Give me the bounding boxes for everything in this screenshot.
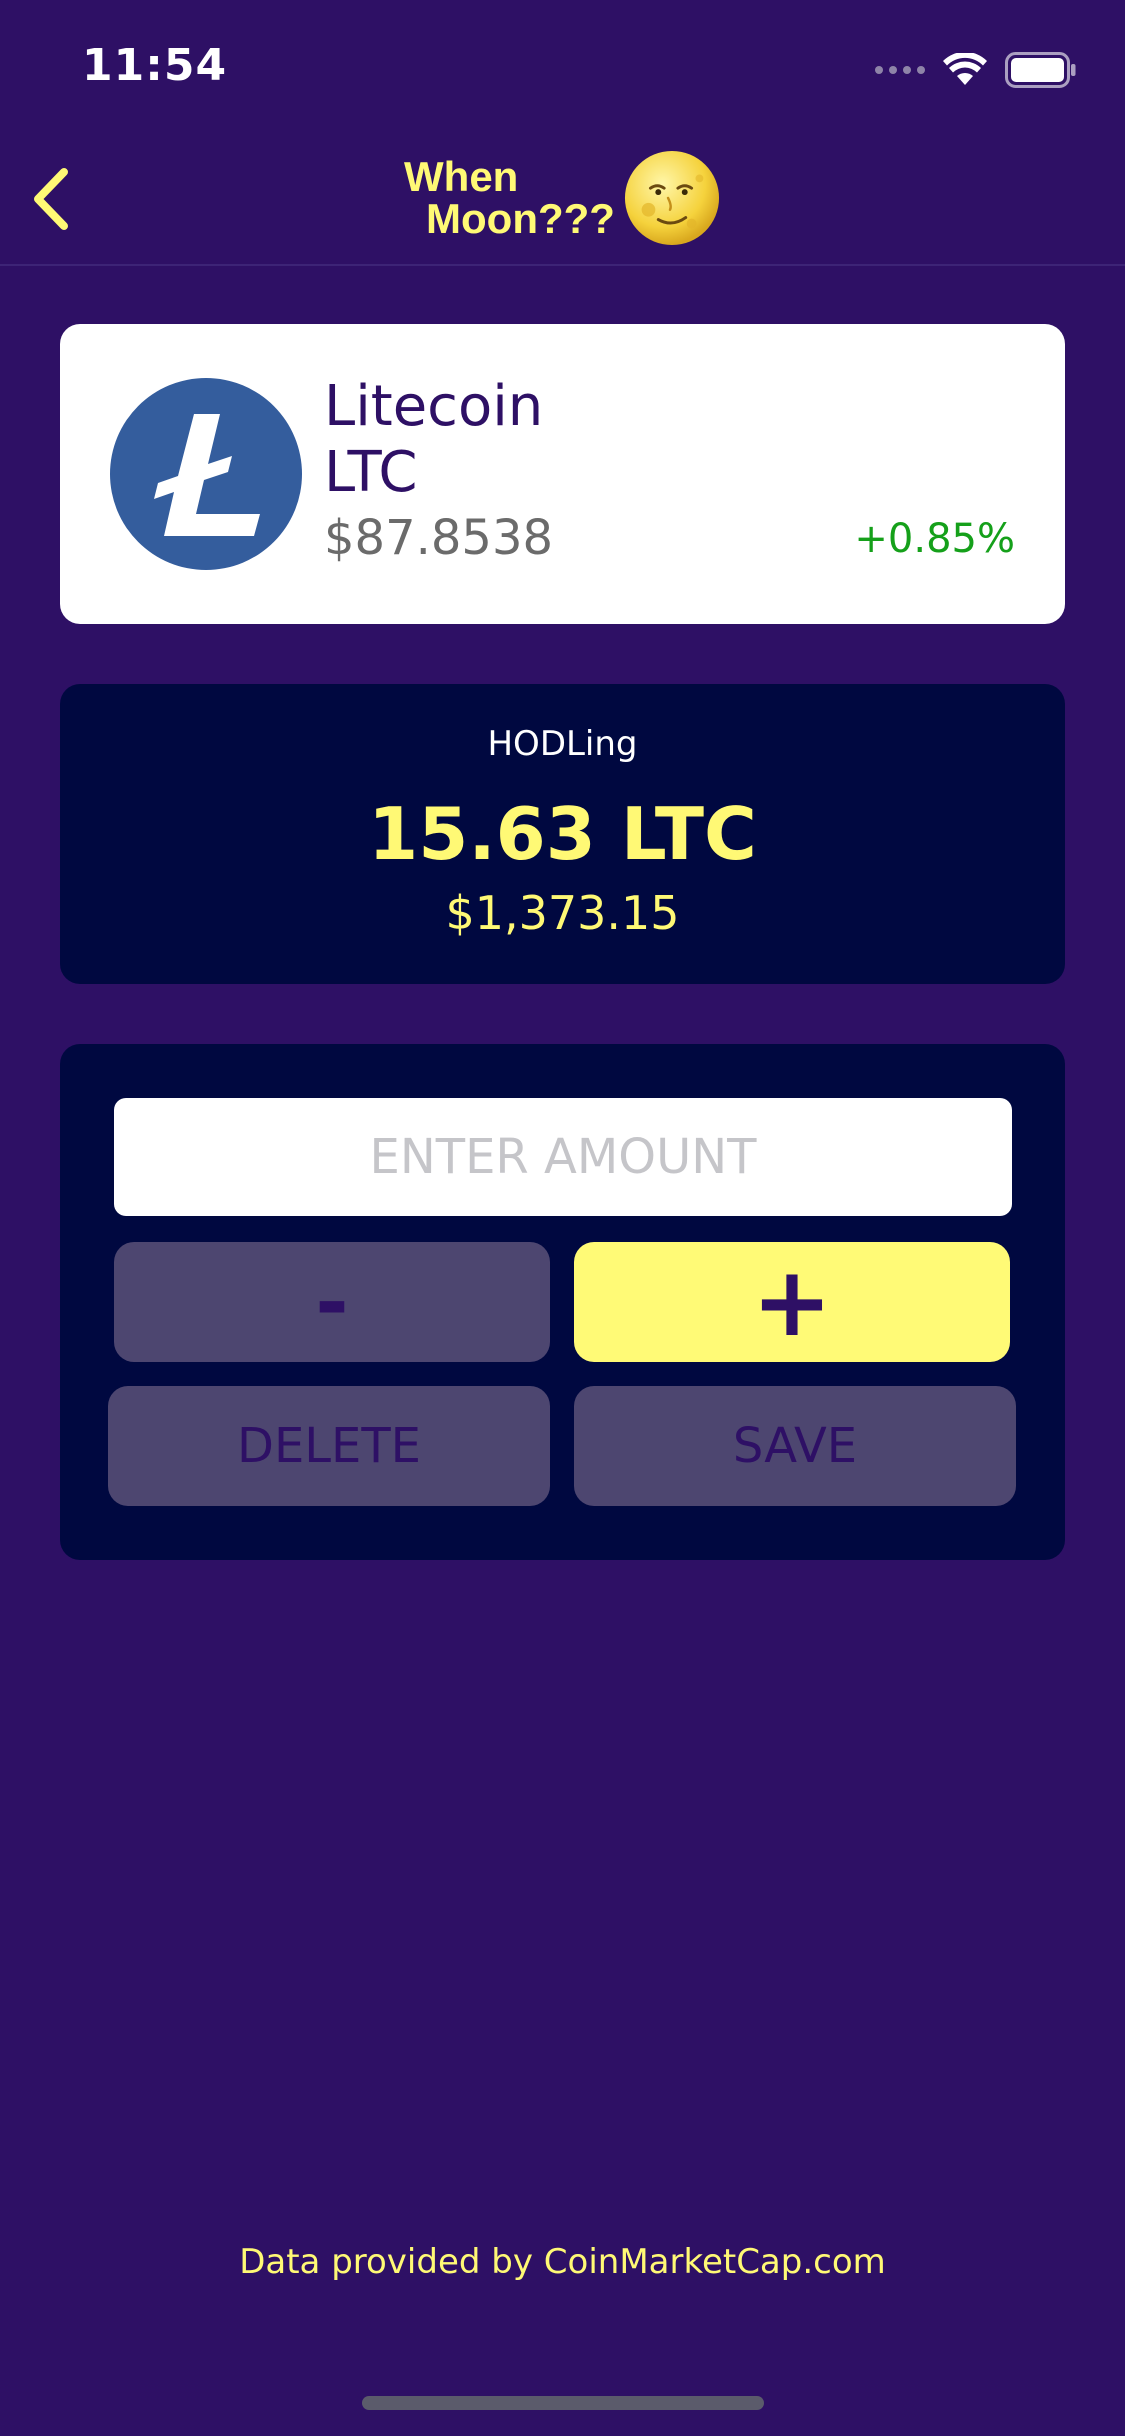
home-indicator[interactable]: [362, 2396, 764, 2410]
navigation-bar: When Moon???: [0, 132, 1125, 266]
coin-price: $87.8538: [324, 510, 554, 566]
litecoin-logo-icon: [110, 378, 302, 570]
page-title: When Moon???: [404, 156, 615, 240]
status-icons: [875, 52, 1077, 88]
page-title-line2: Moon???: [426, 195, 615, 242]
holdings-card: HODLing 15.63 LTC $1,373.15: [60, 684, 1065, 984]
page-title-line1: When: [404, 153, 519, 200]
edit-holdings-card: - + DELETE SAVE: [60, 1044, 1065, 1560]
holdings-value: $1,373.15: [445, 886, 680, 940]
amount-input[interactable]: [114, 1098, 1012, 1216]
price-change-badge: +0.85%: [854, 516, 1015, 562]
coin-info-card: Litecoin LTC $87.8538 +0.85%: [60, 324, 1065, 624]
save-button[interactable]: SAVE: [574, 1386, 1016, 1506]
wifi-icon: [943, 53, 987, 85]
status-bar: 11:54: [0, 0, 1125, 132]
add-button[interactable]: +: [574, 1242, 1010, 1362]
holdings-label: HODLing: [487, 724, 638, 764]
coin-symbol: LTC: [324, 440, 418, 505]
status-time: 11:54: [82, 40, 228, 91]
cellular-signal-icon: [875, 66, 925, 74]
delete-button[interactable]: DELETE: [108, 1386, 550, 1506]
nav-title-group: When Moon???: [0, 146, 1125, 250]
battery-icon: [1005, 52, 1076, 88]
full-moon-face-icon: [624, 150, 719, 246]
coin-name: Litecoin: [324, 374, 544, 439]
data-provider-credit[interactable]: Data provided by CoinMarketCap.com: [0, 2242, 1125, 2282]
subtract-button[interactable]: -: [114, 1242, 550, 1362]
holdings-amount: 15.63 LTC: [368, 792, 757, 876]
